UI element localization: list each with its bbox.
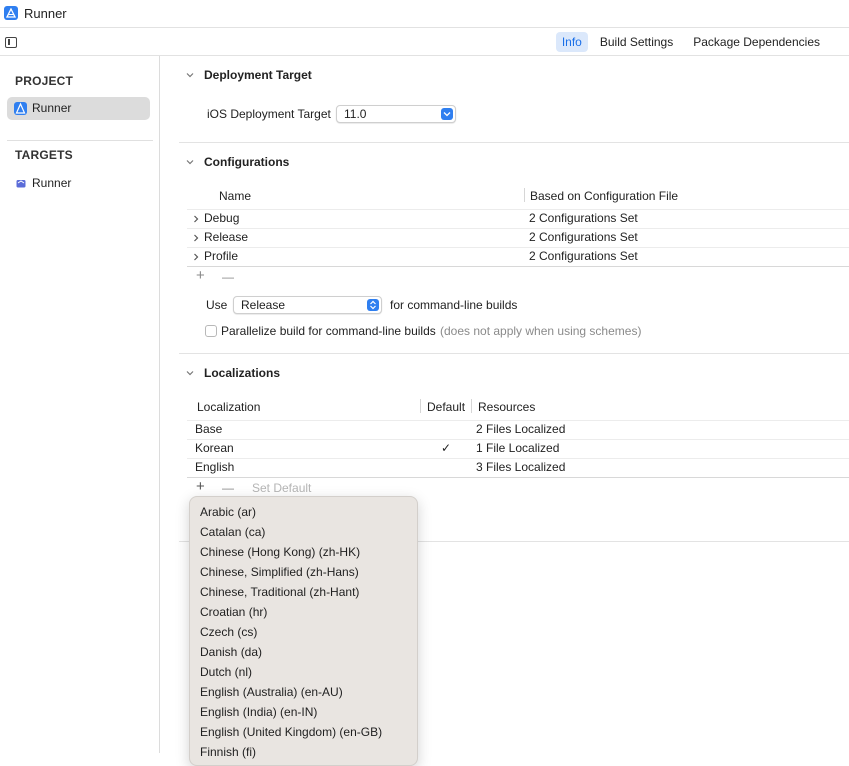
checkmark-icon: ✓ bbox=[441, 441, 452, 455]
table-bottom-border bbox=[187, 266, 849, 267]
xcode-project-icon bbox=[4, 6, 18, 20]
row-divider bbox=[187, 458, 849, 459]
command-line-config-popup[interactable]: Release bbox=[233, 296, 382, 314]
localization-resources: 2 Files Localized bbox=[476, 422, 566, 436]
chevron-down-icon bbox=[441, 108, 453, 120]
column-header-localization[interactable]: Localization bbox=[197, 400, 260, 414]
popup-value: 11.0 bbox=[344, 107, 367, 121]
menu-item-language[interactable]: Catalan (ca) bbox=[200, 525, 265, 539]
project-sidebar: PROJECT Runner TARGETS Runner bbox=[0, 56, 160, 753]
tab-info[interactable]: Info bbox=[555, 32, 588, 52]
window-title: Runner bbox=[24, 6, 67, 21]
config-name-debug[interactable]: Debug bbox=[204, 211, 239, 225]
sidebar-item-label: Runner bbox=[32, 176, 72, 190]
app-target-icon bbox=[16, 180, 26, 188]
menu-item-language[interactable]: English (Australia) (en-AU) bbox=[200, 685, 343, 699]
menu-item-language[interactable]: Czech (cs) bbox=[200, 625, 257, 639]
menu-item-language[interactable]: English (India) (en-IN) bbox=[200, 705, 317, 719]
config-based-on: 2 Configurations Set bbox=[529, 211, 638, 225]
chevron-down-icon[interactable] bbox=[186, 158, 194, 166]
column-header-name[interactable]: Name bbox=[219, 189, 251, 203]
parallelize-build-hint: (does not apply when using schemes) bbox=[440, 324, 642, 338]
header-divider bbox=[187, 209, 849, 210]
menu-item-language[interactable]: Chinese, Simplified (zh-Hans) bbox=[200, 565, 359, 579]
column-separator bbox=[471, 399, 472, 413]
menu-item-language[interactable]: Chinese (Hong Kong) (zh-HK) bbox=[200, 545, 360, 559]
menu-item-language[interactable]: Dutch (nl) bbox=[200, 665, 252, 679]
add-localization-menu: Arabic (ar) Catalan (ca) Chinese (Hong K… bbox=[189, 496, 418, 766]
row-divider bbox=[187, 247, 849, 248]
config-based-on: 2 Configurations Set bbox=[529, 249, 638, 263]
editor-tabs: Info Build Settings Package Dependencies bbox=[555, 32, 828, 52]
sidebar-divider bbox=[7, 140, 153, 141]
window-titlebar: Runner bbox=[0, 0, 849, 28]
sidebar-toggle-icon[interactable] bbox=[5, 37, 17, 48]
add-configuration-button[interactable]: + bbox=[196, 267, 205, 284]
config-based-on: 2 Configurations Set bbox=[529, 230, 638, 244]
menu-item-language[interactable]: Danish (da) bbox=[200, 645, 262, 659]
menu-item-language[interactable]: Croatian (hr) bbox=[200, 605, 267, 619]
ios-deployment-target-label: iOS Deployment Target bbox=[207, 107, 331, 121]
chevron-right-icon[interactable] bbox=[193, 234, 199, 242]
chevron-down-icon[interactable] bbox=[186, 369, 194, 377]
section-divider bbox=[179, 353, 849, 354]
column-separator bbox=[524, 188, 525, 202]
up-down-stepper-icon bbox=[367, 299, 379, 311]
add-localization-button[interactable]: + bbox=[196, 478, 205, 495]
tab-build-settings[interactable]: Build Settings bbox=[592, 32, 681, 52]
chevron-right-icon[interactable] bbox=[193, 253, 199, 261]
header-divider bbox=[187, 420, 849, 421]
localizations-section-title: Localizations bbox=[204, 366, 281, 380]
ios-deployment-target-popup[interactable]: 11.0 bbox=[336, 105, 456, 123]
sidebar-item-label: Runner bbox=[32, 101, 72, 115]
column-header-resources[interactable]: Resources bbox=[478, 400, 535, 414]
remove-localization-button[interactable]: — bbox=[222, 481, 234, 495]
editor-toolbar: Info Build Settings Package Dependencies bbox=[0, 29, 849, 56]
config-name-release[interactable]: Release bbox=[204, 230, 248, 244]
use-suffix-label: for command-line builds bbox=[390, 298, 518, 312]
menu-item-language[interactable]: Finnish (fi) bbox=[200, 745, 256, 759]
column-separator bbox=[420, 399, 421, 413]
tab-package-dependencies[interactable]: Package Dependencies bbox=[685, 32, 828, 52]
menu-item-language[interactable]: English (United Kingdom) (en-GB) bbox=[200, 725, 382, 739]
row-divider bbox=[187, 439, 849, 440]
localization-name-english[interactable]: English bbox=[195, 460, 234, 474]
set-default-button[interactable]: Set Default bbox=[252, 481, 311, 495]
column-header-based-on[interactable]: Based on Configuration File bbox=[530, 189, 678, 203]
section-divider bbox=[179, 142, 849, 143]
menu-item-language[interactable]: Chinese, Traditional (zh-Hant) bbox=[200, 585, 359, 599]
deployment-section-title: Deployment Target bbox=[204, 68, 312, 82]
project-icon bbox=[14, 102, 27, 115]
table-bottom-border bbox=[187, 477, 849, 478]
config-name-profile[interactable]: Profile bbox=[204, 249, 238, 263]
use-label: Use bbox=[206, 298, 228, 312]
sidebar-item-target-runner[interactable]: Runner bbox=[7, 173, 150, 195]
parallelize-build-label[interactable]: Parallelize build for command-line build… bbox=[221, 324, 436, 338]
project-section-header: PROJECT bbox=[15, 74, 74, 88]
targets-section-header: TARGETS bbox=[15, 148, 73, 162]
sidebar-item-project-runner[interactable]: Runner bbox=[7, 97, 150, 120]
chevron-down-icon[interactable] bbox=[186, 71, 194, 79]
localization-name-korean[interactable]: Korean bbox=[195, 441, 234, 455]
localization-name-base[interactable]: Base bbox=[195, 422, 222, 436]
parallelize-build-checkbox[interactable] bbox=[205, 325, 217, 337]
configurations-section-title: Configurations bbox=[204, 155, 290, 169]
localization-resources: 3 Files Localized bbox=[476, 460, 566, 474]
column-header-default[interactable]: Default bbox=[427, 400, 465, 414]
localization-resources: 1 File Localized bbox=[476, 441, 560, 455]
popup-value: Release bbox=[241, 298, 286, 312]
row-divider bbox=[187, 228, 849, 229]
menu-item-language[interactable]: Arabic (ar) bbox=[200, 505, 256, 519]
chevron-right-icon[interactable] bbox=[193, 215, 199, 223]
remove-configuration-button[interactable]: — bbox=[222, 270, 234, 284]
